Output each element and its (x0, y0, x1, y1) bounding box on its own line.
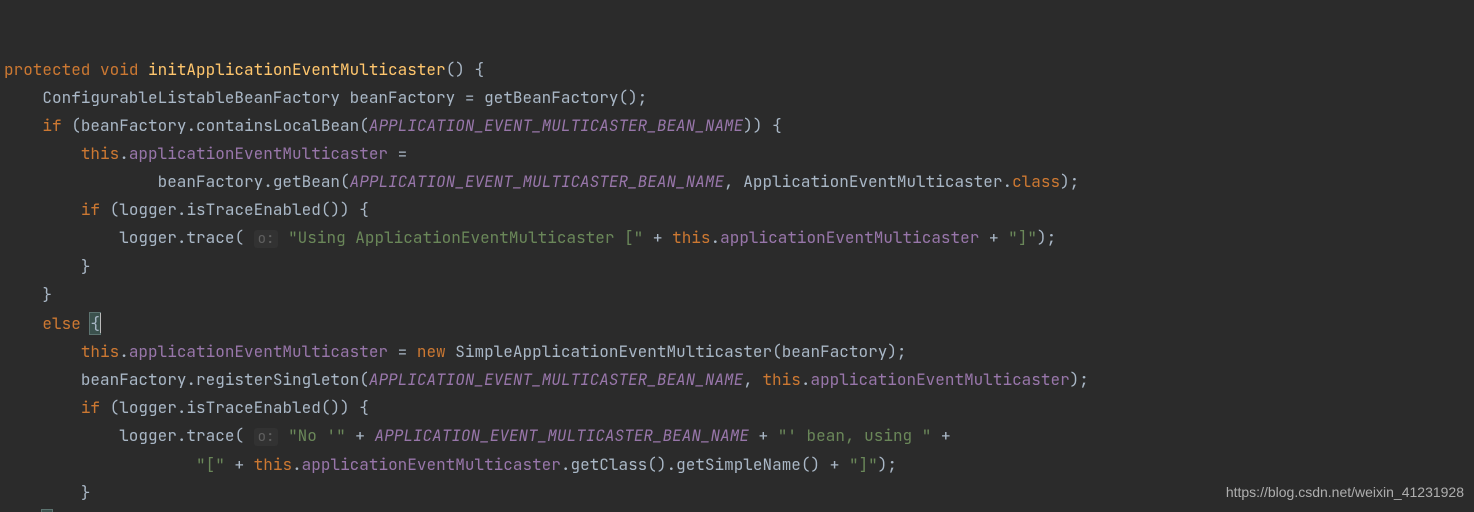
param-hint: o: (254, 428, 279, 446)
current-line-highlight (0, 252, 1474, 280)
code-line: } (4, 284, 52, 305)
text-caret (100, 313, 101, 333)
watermark: https://blog.csdn.net/weixin_41231928 (1226, 478, 1464, 506)
code-line: logger.trace( o: "Using ApplicationEvent… (4, 227, 1056, 248)
code-line: this.applicationEventMulticaster = (4, 143, 407, 164)
code-line: logger.trace( o: "No '" + APPLICATION_EV… (4, 425, 951, 446)
code-line: if (beanFactory.containsLocalBean(APPLIC… (4, 115, 782, 136)
param-hint: o: (254, 230, 279, 248)
code-line: this.applicationEventMulticaster = new S… (4, 341, 907, 362)
code-line: } (4, 482, 90, 503)
code-line: beanFactory.getBean(APPLICATION_EVENT_MU… (4, 171, 1079, 192)
code-editor[interactable]: protected void initApplicationEventMulti… (0, 0, 1474, 512)
code-line: } (4, 256, 90, 277)
code-line: else { (4, 313, 101, 334)
code-line: ConfigurableListableBeanFactory beanFact… (4, 87, 647, 108)
code-line: beanFactory.registerSingleton(APPLICATIO… (4, 369, 1089, 390)
code-line: "[" + this.applicationEventMulticaster.g… (4, 454, 897, 475)
code-line: if (logger.isTraceEnabled()) { (4, 199, 369, 220)
code-line: protected void initApplicationEventMulti… (4, 59, 484, 80)
code-line: if (logger.isTraceEnabled()) { (4, 397, 369, 418)
